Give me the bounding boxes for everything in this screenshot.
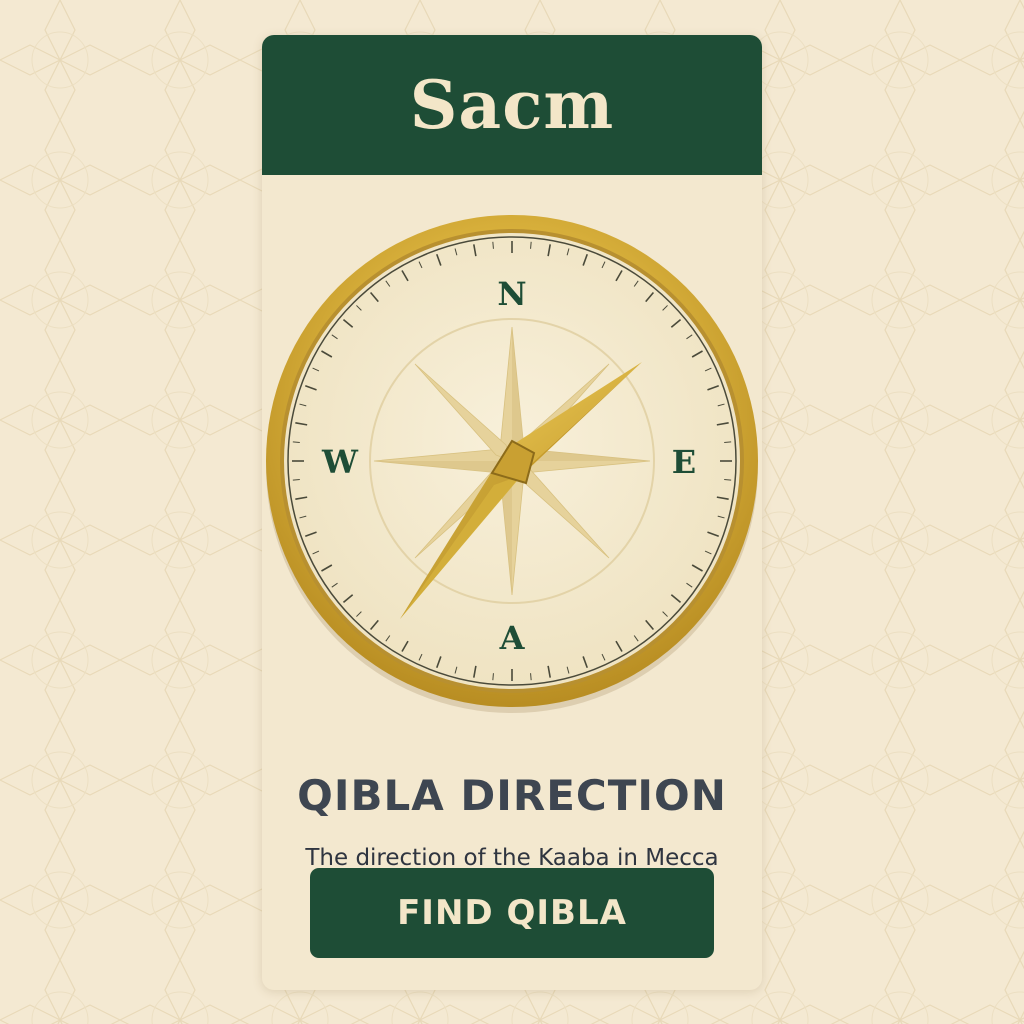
north-label: N: [497, 275, 526, 313]
east-label: E: [672, 443, 696, 481]
compass-tick: [492, 241, 494, 249]
qibla-direction-title: QIBLA DIRECTION: [297, 771, 727, 820]
compass-tick: [292, 441, 300, 443]
south-label: A: [499, 619, 526, 657]
qibla-card: Sacm N W E A QIBLA DIRECTION The directi…: [262, 35, 762, 990]
app-title: Sacm: [409, 66, 615, 144]
compass-tick: [292, 479, 300, 481]
compass-tick: [724, 441, 732, 443]
compass-tick: [530, 673, 532, 681]
compass-tick: [530, 241, 532, 249]
qibla-compass[interactable]: N W E A: [262, 209, 762, 713]
compass-tick: [492, 673, 494, 681]
find-qibla-button[interactable]: FIND QIBLA: [310, 868, 714, 958]
compass-tick: [724, 479, 732, 481]
app-header: Sacm: [262, 35, 762, 175]
west-label: W: [321, 443, 359, 481]
